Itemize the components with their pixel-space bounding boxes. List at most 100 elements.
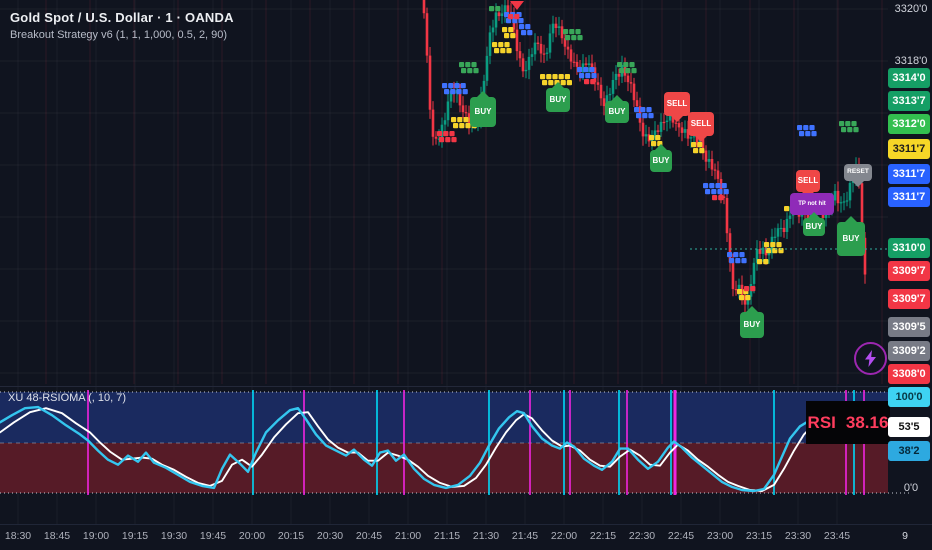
signal-marker-square xyxy=(546,74,552,80)
signal-marker-square xyxy=(693,148,699,154)
chart-canvas[interactable] xyxy=(0,0,932,550)
signal-marker-square xyxy=(735,258,741,264)
signal-marker-square xyxy=(629,62,635,68)
signal-marker-square xyxy=(623,62,629,68)
signal-marker-square xyxy=(646,107,652,113)
signal-marker-square xyxy=(705,189,711,195)
signal-marker-square xyxy=(521,30,527,36)
signal-marker-square xyxy=(757,259,763,265)
signal-marker-square xyxy=(709,183,715,189)
signal-marker-square xyxy=(525,24,531,30)
rsi-value-label: RSI xyxy=(807,412,836,432)
signal-marker-square xyxy=(473,68,479,74)
signal-marker-square xyxy=(619,68,625,74)
lightning-button[interactable] xyxy=(854,342,887,375)
signal-marker-square xyxy=(845,121,851,127)
signal-marker-square xyxy=(797,125,803,131)
signal-marker-square xyxy=(721,183,727,189)
lightning-icon xyxy=(865,350,876,367)
label-notch xyxy=(852,181,864,187)
marker-strips xyxy=(437,6,859,301)
panel-divider[interactable] xyxy=(0,386,888,387)
signal-marker-square xyxy=(585,73,591,79)
signal-marker-square xyxy=(805,131,811,137)
signal-marker-square xyxy=(453,123,459,129)
signal-marker-square xyxy=(462,89,468,95)
signal-marker-square xyxy=(451,117,457,123)
signal-marker-square xyxy=(439,137,445,143)
signal-marker-square xyxy=(737,289,743,295)
signal-marker-square xyxy=(636,113,642,119)
signal-marker-square xyxy=(617,62,623,68)
signal-marker-square xyxy=(504,42,510,48)
buy-signal-label: BUY xyxy=(803,212,825,236)
signal-marker-square xyxy=(729,258,735,264)
signal-marker-square xyxy=(577,67,583,73)
signal-marker-square xyxy=(502,27,508,33)
label-notch xyxy=(655,144,667,150)
signal-marker-square xyxy=(717,189,723,195)
signal-marker-square xyxy=(500,48,506,54)
signal-marker-square xyxy=(583,67,589,73)
signal-marker-square xyxy=(764,242,770,248)
signal-marker-square xyxy=(799,131,805,137)
rsi-indicator-title[interactable]: XU 48-RSIOMA (, 10, 7) xyxy=(8,392,126,404)
label-notch xyxy=(477,91,489,97)
symbol-title[interactable]: Gold Spot / U.S. Dollar · 1 · OANDA xyxy=(10,10,234,25)
signal-marker-square xyxy=(739,295,745,301)
signal-marker-square xyxy=(655,135,661,141)
signal-marker-square xyxy=(723,189,729,195)
signal-marker-square xyxy=(739,252,745,258)
signal-marker-square xyxy=(456,89,462,95)
signal-marker-square xyxy=(625,68,631,74)
signal-marker-square xyxy=(508,27,514,33)
signal-marker-square xyxy=(634,107,640,113)
signal-marker-square xyxy=(776,242,782,248)
signal-marker-square xyxy=(591,73,597,79)
signal-marker-square xyxy=(527,30,533,36)
time-axis[interactable] xyxy=(0,524,932,550)
label-notch xyxy=(611,95,623,101)
label-notch xyxy=(671,116,683,122)
signal-marker-square xyxy=(579,73,585,79)
signal-marker-square xyxy=(745,295,751,301)
signal-marker-square xyxy=(697,142,703,148)
signal-marker-square xyxy=(508,14,514,20)
signal-marker-square xyxy=(494,48,500,54)
signal-marker-square xyxy=(552,74,558,80)
signal-marker-square xyxy=(450,89,456,95)
signal-marker-square xyxy=(703,183,709,189)
signal-marker-square xyxy=(442,83,448,89)
signal-marker-square xyxy=(811,131,817,137)
label-notch xyxy=(552,82,564,88)
signal-marker-square xyxy=(461,68,467,74)
signal-marker-square xyxy=(443,131,449,137)
strategy-title[interactable]: Breakout Strategy v6 (1, 1, 1,000, 0.5, … xyxy=(10,29,234,41)
signal-marker-square xyxy=(575,29,581,35)
signal-marker-square xyxy=(498,42,504,48)
signal-marker-square xyxy=(566,80,572,86)
signal-marker-square xyxy=(504,33,510,39)
signal-marker-square xyxy=(459,123,465,129)
candles xyxy=(422,0,867,313)
signal-marker-square xyxy=(519,24,525,30)
sell-signal-label: SELL xyxy=(688,112,714,142)
signal-marker-square xyxy=(514,14,520,20)
signal-marker-square xyxy=(589,67,595,73)
signal-marker-square xyxy=(565,35,571,41)
reset-signal-label: RESET xyxy=(844,164,872,187)
signal-marker-square xyxy=(460,83,466,89)
signal-marker-square xyxy=(459,62,465,68)
signal-marker-square xyxy=(642,113,648,119)
signal-marker-square xyxy=(540,74,546,80)
signal-marker-square xyxy=(563,29,569,35)
signal-marker-square xyxy=(763,259,769,265)
signal-marker-square xyxy=(718,195,724,201)
price-axis[interactable] xyxy=(888,0,932,524)
signal-marker-square xyxy=(649,135,655,141)
signal-marker-square xyxy=(699,148,705,154)
legend-block: Gold Spot / U.S. Dollar · 1 · OANDA Brea… xyxy=(10,10,234,41)
signal-marker-square xyxy=(463,117,469,123)
signal-marker-square xyxy=(495,6,501,12)
label-notch xyxy=(845,216,857,222)
